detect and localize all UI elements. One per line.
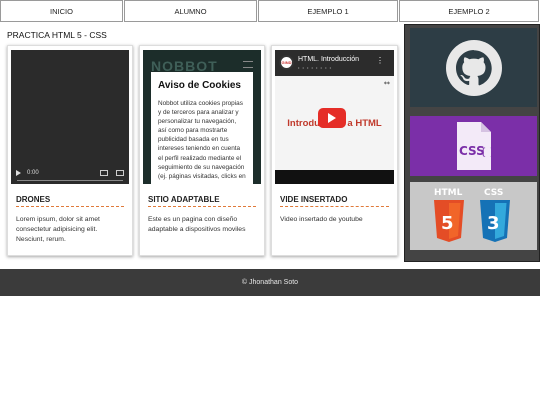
card-video-insertado: GIND HTML. Introducción • • • • • • • • … xyxy=(271,45,398,256)
footer-text: © Jhonathan Soto xyxy=(241,279,299,286)
card-sitio-adaptable: NOBBOT Aviso de Cookies Nobbot utiliza c… xyxy=(139,45,265,256)
card-text: Este es un pagina con diseño adaptable a… xyxy=(148,216,246,233)
youtube-title[interactable]: HTML. Introducción xyxy=(298,56,359,63)
cookie-heading: Aviso de Cookies xyxy=(158,80,241,91)
svg-text:{ }: { } xyxy=(480,147,496,158)
footer: © Jhonathan Soto xyxy=(0,269,540,296)
nav-inicio[interactable]: INICIO xyxy=(0,0,123,22)
side-panel: CSS { } HTML CSS 5 3 xyxy=(404,24,540,262)
card-text: Lorem ipsum, dolor sit amet consectetur … xyxy=(16,216,100,243)
github-icon xyxy=(445,39,502,96)
youtube-play-icon[interactable] xyxy=(318,108,346,128)
card-text: Video insertado de youtube xyxy=(280,216,363,223)
github-tile[interactable] xyxy=(410,28,537,107)
top-nav: INICIO ALUMNO EJEMPLO 1 EJEMPLO 2 xyxy=(0,0,540,22)
youtube-embed[interactable]: GIND HTML. Introducción • • • • • • • • … xyxy=(275,50,394,184)
youtube-bottom-bar xyxy=(275,170,394,184)
video-progress-bar[interactable] xyxy=(17,180,123,181)
video-time: 0:00 xyxy=(27,170,39,176)
svg-text:CSS: CSS xyxy=(484,188,503,198)
card-title: SITIO ADAPTABLE xyxy=(148,195,256,207)
svg-text:5: 5 xyxy=(441,213,454,234)
svg-text:3: 3 xyxy=(487,213,500,234)
volume-icon[interactable] xyxy=(100,170,108,176)
cookie-notice: Aviso de Cookies Nobbot utiliza cookies … xyxy=(151,72,253,184)
nav-ejemplo-1[interactable]: EJEMPLO 1 xyxy=(258,0,398,22)
css-icon: CSS { } xyxy=(456,122,496,170)
channel-avatar-icon[interactable]: GIND xyxy=(279,55,294,70)
card-title: VIDE INSERTADO xyxy=(280,195,389,207)
embedded-site-preview[interactable]: NOBBOT Aviso de Cookies Nobbot utiliza c… xyxy=(143,50,261,184)
fullscreen-icon[interactable] xyxy=(116,170,124,176)
html5-css3-icon: HTML CSS 5 3 xyxy=(434,188,510,242)
youtube-header: GIND HTML. Introducción • • • • • • • • … xyxy=(275,50,394,76)
svg-text:HTML: HTML xyxy=(434,188,463,198)
corner-logo-icon: ◆◆ xyxy=(383,80,390,85)
video-player[interactable]: 0:00 xyxy=(11,50,129,184)
play-icon[interactable] xyxy=(16,170,21,176)
kebab-menu-icon[interactable]: ⋮ xyxy=(376,56,384,65)
youtube-subtitle-dots: • • • • • • • • xyxy=(298,65,332,70)
nav-alumno[interactable]: ALUMNO xyxy=(124,0,257,22)
page-title: PRACTICA HTML 5 - CSS xyxy=(7,30,107,40)
card-drones: 0:00 DRONES Lorem ipsum, dolor sit amet … xyxy=(7,45,133,256)
css-tile[interactable]: CSS { } xyxy=(410,116,537,176)
nav-ejemplo-2[interactable]: EJEMPLO 2 xyxy=(399,0,539,22)
cookie-body: Nobbot utiliza cookies propias y de terc… xyxy=(158,100,246,180)
html5-css3-tile[interactable]: HTML CSS 5 3 xyxy=(410,182,537,250)
card-title: DRONES xyxy=(16,195,124,207)
menu-icon[interactable] xyxy=(243,61,253,68)
